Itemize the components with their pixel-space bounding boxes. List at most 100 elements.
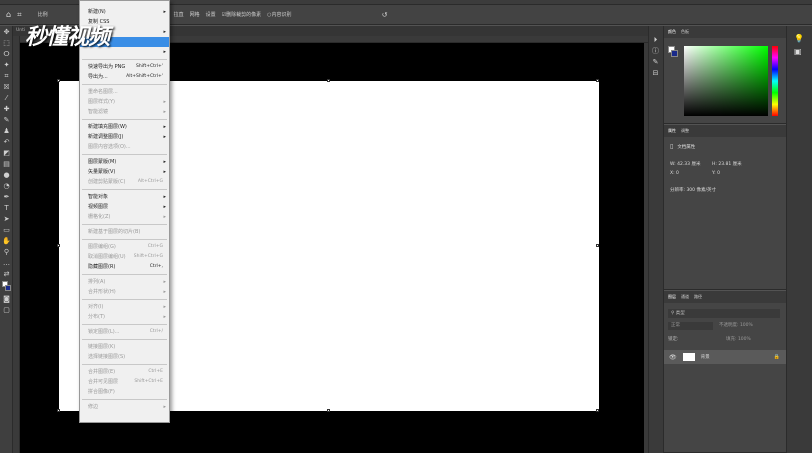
healing-tool-icon[interactable]: ✚	[2, 105, 11, 114]
quick-mask-icon[interactable]: ◙	[2, 295, 11, 304]
document-tab[interactable]: Unti	[16, 28, 25, 33]
menu-item[interactable]: 合并可见图层 Shift+Ctrl+E	[80, 377, 169, 387]
type-tool-icon[interactable]: T	[2, 204, 11, 213]
crop-handle-tl[interactable]	[57, 79, 60, 82]
undo-icon[interactable]: ↺	[382, 11, 388, 19]
menu-item[interactable]: 分布(T) ▸	[80, 312, 169, 322]
menu-item[interactable]: 排列(A) ▸	[80, 277, 169, 287]
crop-handle-bc[interactable]	[327, 409, 330, 412]
x-value[interactable]: X: 0	[670, 171, 679, 176]
tab-swatches[interactable]: 色板	[681, 29, 689, 35]
info-panel-icon[interactable]: ⓘ	[651, 47, 660, 56]
hue-slider[interactable]	[772, 46, 778, 116]
lasso-tool-icon[interactable]: ⵔ	[2, 50, 11, 59]
menu-item[interactable]: 图层蒙版(M) ▸	[80, 157, 169, 167]
pen-tool-icon[interactable]: ✒	[2, 193, 11, 202]
more-tools-icon[interactable]: …	[2, 259, 11, 268]
menu-item[interactable]: 创建剪贴蒙版(C) Alt+Ctrl+G	[80, 177, 169, 187]
eye-icon[interactable]: 👁	[669, 354, 677, 361]
marquee-tool-icon[interactable]: ⬚	[2, 39, 11, 48]
crop-tool-icon[interactable]: ⌗	[2, 72, 11, 81]
layer-row-background[interactable]: 👁 背景 🔒	[664, 350, 786, 364]
crop-handle-tr[interactable]	[596, 79, 599, 82]
fg-bg-swatch[interactable]	[668, 46, 678, 57]
menu-item[interactable]: 新建(N) ▸	[80, 7, 169, 17]
color-swatches[interactable]	[2, 281, 11, 293]
menu-item[interactable]: 图层编组(G) Ctrl+G	[80, 242, 169, 252]
menu-item[interactable]: 智能对象 ▸	[80, 192, 169, 202]
menu-item[interactable]: 修边 ▸	[80, 402, 169, 412]
tab-properties[interactable]: 属性	[668, 128, 676, 134]
layer-kind-select[interactable]: 类型	[676, 311, 685, 316]
brush-tool-icon[interactable]: ✎	[2, 116, 11, 125]
menu-item[interactable]: 导出为... Alt+Shift+Ctrl+'	[80, 72, 169, 82]
blur-tool-icon[interactable]: ●	[2, 171, 11, 180]
learn-icon[interactable]: 💡	[794, 34, 812, 43]
menu-item[interactable]: 重命名图层...	[80, 87, 169, 97]
crop-handle-tc[interactable]	[327, 79, 330, 82]
menu-item[interactable]: 栅格化(Z) ▸	[80, 212, 169, 222]
menu-item[interactable]: 新建填充图层(W) ▸	[80, 122, 169, 132]
history-brush-icon[interactable]: ↶	[2, 138, 11, 147]
tab-color[interactable]: 颜色	[668, 29, 676, 35]
crop-handle-bl[interactable]	[57, 409, 60, 412]
swap-colors-icon[interactable]: ⇄	[2, 270, 11, 279]
crop-handle-ml[interactable]	[57, 244, 60, 247]
tab-layers[interactable]: 图层	[668, 294, 676, 300]
wand-tool-icon[interactable]: ✦	[2, 61, 11, 70]
menu-item[interactable]: 快速导出为 PNG Shift+Ctrl+'	[80, 62, 169, 72]
crop-handle-br[interactable]	[596, 409, 599, 412]
dodge-tool-icon[interactable]: ◔	[2, 182, 11, 191]
adjust-panel-icon[interactable]: ⊟	[651, 69, 660, 78]
menu-item[interactable]: 对齐(I) ▸	[80, 302, 169, 312]
menu-item[interactable]: 合并图层(E) Ctrl+E	[80, 367, 169, 377]
color-picker-field[interactable]	[684, 46, 768, 116]
gradient-tool-icon[interactable]: ▤	[2, 160, 11, 169]
option-grid[interactable]: 网格	[190, 11, 200, 18]
zoom-tool-icon[interactable]: ⚲	[2, 248, 11, 257]
crop-handle-mr[interactable]	[596, 244, 599, 247]
shape-tool-icon[interactable]: ▭	[2, 226, 11, 235]
menu-item[interactable]: 图层内容选项(O)...	[80, 142, 169, 152]
menu-item[interactable]: 新建基于图层的切片(B)	[80, 227, 169, 237]
menu-item[interactable]: 合并形状(H) ▸	[80, 287, 169, 297]
option-ratio[interactable]: 比例	[38, 11, 48, 18]
tab-adjustments[interactable]: 调整	[681, 128, 689, 134]
height-value[interactable]: H: 23.81 厘米	[712, 161, 742, 167]
menu-item[interactable]: 隐藏图层(R) Ctrl+,	[80, 262, 169, 272]
tab-paths[interactable]: 路径	[694, 294, 702, 300]
frame-tool-icon[interactable]: ☒	[2, 83, 11, 92]
crop-icon[interactable]: ⌗	[17, 10, 22, 20]
background-color[interactable]	[5, 285, 11, 291]
option-straighten[interactable]: 拉直	[174, 11, 184, 18]
menu-item[interactable]: 选择链接图层(S)	[80, 352, 169, 362]
layer-name[interactable]: 背景	[701, 354, 710, 360]
blend-mode-select[interactable]: 正常	[668, 322, 713, 330]
eraser-tool-icon[interactable]: ◩	[2, 149, 11, 158]
menu-item[interactable]: 锁定图层(L)... Ctrl+/	[80, 327, 169, 337]
menu-item[interactable]: 视频图层 ▸	[80, 202, 169, 212]
menu-item[interactable]: 链接图层(K)	[80, 342, 169, 352]
menu-item[interactable]: 取消图层编组(U) Shift+Ctrl+G	[80, 252, 169, 262]
fill-field[interactable]: 填充: 100%	[726, 336, 751, 342]
menu-item[interactable]: 拼合图像(F)	[80, 387, 169, 397]
history-panel-icon[interactable]: ⏵	[651, 36, 660, 45]
width-value[interactable]: W: 42.33 厘米	[670, 161, 700, 167]
libraries-icon[interactable]: ▣	[794, 47, 812, 56]
opacity-field[interactable]: 不透明度: 100%	[719, 322, 753, 330]
menu-item[interactable]: 图层样式(Y) ▸	[80, 97, 169, 107]
menu-item[interactable]: 新建调整图层(J) ▸	[80, 132, 169, 142]
path-select-icon[interactable]: ➤	[2, 215, 11, 224]
tab-channels[interactable]: 通道	[681, 294, 689, 300]
menu-item[interactable]: 智能滤镜 ▸	[80, 107, 169, 117]
delete-cropped-checkbox[interactable]: ☑ 删除裁剪的像素	[222, 11, 262, 19]
brush-panel-icon[interactable]: ✎	[651, 58, 660, 67]
home-icon[interactable]: ⌂	[6, 10, 11, 19]
hand-tool-icon[interactable]: ✋	[2, 237, 11, 246]
screen-mode-icon[interactable]: ▢	[2, 306, 11, 315]
bg-swatch[interactable]	[671, 50, 678, 57]
move-tool-icon[interactable]: ✥	[2, 28, 11, 37]
y-value[interactable]: Y: 0	[712, 171, 720, 176]
stamp-tool-icon[interactable]: ♟	[2, 127, 11, 136]
eyedropper-tool-icon[interactable]: ⁄	[2, 94, 11, 103]
